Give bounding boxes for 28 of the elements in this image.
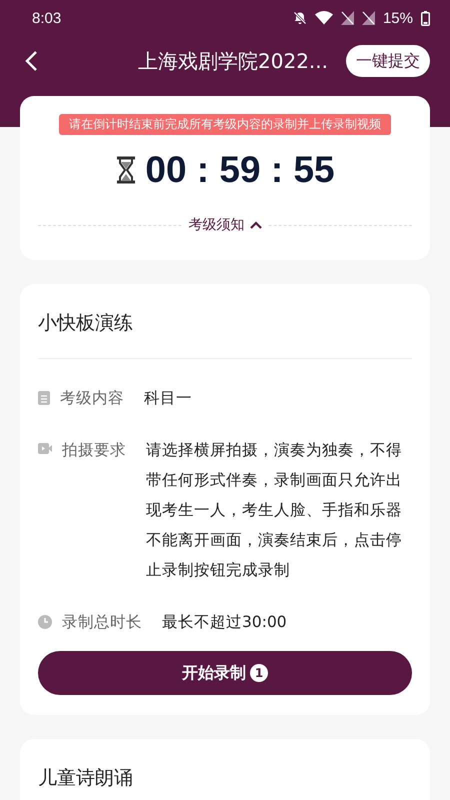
bell-off-icon [292, 11, 307, 25]
battery-percent: 15% [382, 10, 413, 26]
count-badge: 1 [250, 664, 268, 682]
notice-toggle[interactable]: 考级须知 [182, 216, 268, 234]
field-value: 科目一 [144, 388, 192, 409]
wifi-icon [314, 11, 333, 25]
status-time: 8:03 [32, 10, 62, 26]
field-label: 录制总时长 [62, 612, 142, 633]
no-signal-icon [340, 11, 354, 25]
battery-icon [421, 10, 430, 26]
task-title: 儿童诗朗诵 [38, 766, 134, 791]
field-value: 请选择横屏拍摄，演奏为独奏，不得带任何形式伴奏，录制画面只允许出现考生一人，考生人脸、手指和乐器不能离开画面，演奏结束后，点击停止录制按钮完成录制 [146, 440, 403, 581]
countdown-time: 00 : 59 : 55 [145, 149, 335, 191]
field-label: 拍摄要求 [62, 440, 126, 461]
field-value: 最长不超过30:00 [162, 612, 287, 633]
back-icon[interactable] [24, 50, 38, 72]
hourglass-icon [115, 156, 138, 184]
no-signal-icon [362, 11, 375, 25]
tip-bubble: 请在倒计时结束前完成所有考级内容的录制并上传录制视频 [59, 114, 391, 135]
field-label: 考级内容 [60, 388, 124, 409]
document-icon [38, 391, 50, 405]
submit-button[interactable]: 一键提交 [346, 45, 430, 77]
page-title: 上海戏剧学院2022... [137, 48, 329, 74]
chevron-icon [250, 221, 262, 229]
task-title: 小快板演练 [38, 311, 134, 336]
video-icon [38, 443, 52, 454]
clock-icon [38, 615, 52, 629]
start-recording-button[interactable]: 开始录制 1 [38, 651, 412, 695]
